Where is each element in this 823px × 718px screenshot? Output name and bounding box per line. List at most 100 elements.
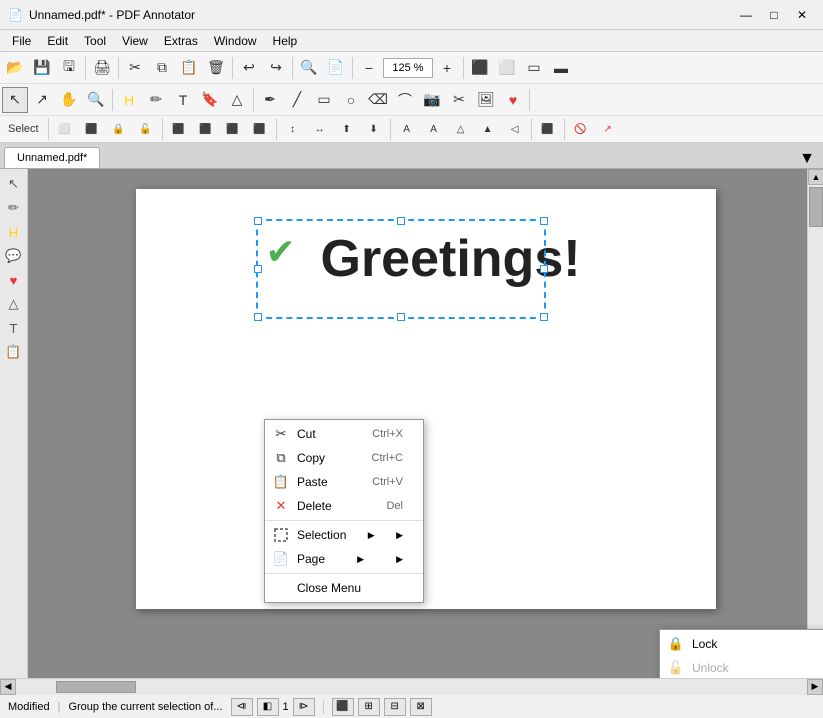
image-button[interactable]: 🖼 [473,87,499,113]
delete-button[interactable]: 🗑 [203,55,229,81]
menu-window[interactable]: Window [206,32,265,50]
tb2-b13[interactable]: △ [448,116,474,142]
tb2-b12[interactable]: A [421,116,447,142]
crop-button[interactable]: ✂ [446,87,472,113]
ctx-delete[interactable]: ✕ Delete Del [265,494,423,518]
handle-top-left[interactable] [254,217,262,225]
scroll-thumb[interactable] [809,187,823,227]
tab-dropdown-button[interactable]: ▼ [795,150,819,168]
handle-middle-left[interactable] [254,265,262,273]
page-prev-button[interactable]: ⧏ [231,698,253,716]
ctx-paste[interactable]: 📋 Paste Ctrl+V [265,470,423,494]
stamp-button[interactable]: 🔖 [197,87,223,113]
tb2-b8[interactable]: ↔ [307,116,333,142]
pages-button[interactable]: 📄 [323,55,349,81]
camera-button[interactable]: 📷 [419,87,445,113]
sidebar-icon-stamp[interactable]: 📋 [3,341,25,363]
sidebar-icon-shape[interactable]: △ [3,293,25,315]
menu-file[interactable]: File [4,32,39,50]
handle-top-right[interactable] [540,217,548,225]
line-button[interactable]: ╱ [284,87,310,113]
magnify-button[interactable]: 🔍 [83,87,109,113]
tb2-b15[interactable]: ◁ [502,116,528,142]
paste-button[interactable]: 📋 [176,55,202,81]
handle-bottom-left[interactable] [254,313,262,321]
scroll-up-button[interactable]: ▲ [808,169,823,185]
single-page-button[interactable]: ▭ [521,55,547,81]
tb2-b3[interactable]: ⬛ [166,116,192,142]
menu-edit[interactable]: Edit [39,32,76,50]
scroll-track[interactable] [808,185,823,646]
shapes-button[interactable]: △ [224,87,250,113]
tb2-b1[interactable]: ⬜ [52,116,78,142]
search-button[interactable]: 🔍 [296,55,322,81]
tb2-b18[interactable]: ↗ [595,116,621,142]
eraser-button[interactable]: ⌫ [365,87,391,113]
sidebar-icon-text[interactable]: T [3,317,25,339]
handle-middle-right[interactable] [540,265,548,273]
menu-help[interactable]: Help [265,32,306,50]
tb2-b7[interactable]: ↕ [280,116,306,142]
tb2-b9[interactable]: ⬆ [334,116,360,142]
view-btn1[interactable]: ⬛ [332,698,354,716]
hscroll-thumb[interactable] [56,681,136,693]
unlock-btn[interactable]: 🔓 [133,116,159,142]
pointer-button[interactable]: ↗ [29,87,55,113]
text-button[interactable]: T [170,87,196,113]
page-thumb-button[interactable]: ◧ [257,698,279,716]
select-tool-button[interactable]: ↖ [2,87,28,113]
pen-button[interactable]: ✏ [143,87,169,113]
tb2-b16[interactable]: ⬛ [535,116,561,142]
sub-unlock[interactable]: 🔓 Unlock [660,656,823,678]
selection-box[interactable] [256,219,546,319]
tb2-b5[interactable]: ⬛ [220,116,246,142]
ctx-copy[interactable]: ⧉ Copy Ctrl+C [265,446,423,470]
tb2-b17[interactable]: 🚫 [568,116,594,142]
cut-button[interactable]: ✂ [122,55,148,81]
save-button[interactable]: 💾 [29,55,55,81]
pdf-tab[interactable]: Unnamed.pdf* [4,147,100,168]
zoom-input[interactable] [383,58,433,78]
save-alt-button[interactable]: 🖫 [56,55,82,81]
tb2-b10[interactable]: ⬇ [361,116,387,142]
sidebar-icon-pen[interactable]: ✏ [3,197,25,219]
zoom-in-button[interactable]: + [434,55,460,81]
tb2-b6[interactable]: ⬛ [247,116,273,142]
close-button[interactable]: ✕ [789,5,815,25]
hand-tool-button[interactable]: ✋ [56,87,82,113]
menu-view[interactable]: View [114,32,156,50]
highlight-button[interactable]: H [116,87,142,113]
sub-lock[interactable]: 🔒 Lock [660,632,823,656]
tb2-b2[interactable]: ⬛ [79,116,105,142]
handle-top-center[interactable] [397,217,405,225]
page-next-button[interactable]: ⧐ [293,698,315,716]
handle-bottom-center[interactable] [397,313,405,321]
menu-extras[interactable]: Extras [156,32,206,50]
open-button[interactable]: 📂 [2,55,28,81]
ellipse-button[interactable]: ○ [338,87,364,113]
zoom-out-button[interactable]: − [356,55,382,81]
heart-button[interactable]: ♥ [500,87,526,113]
ctx-close-menu[interactable]: Close Menu [265,576,423,600]
lock-btn[interactable]: 🔒 [106,116,132,142]
sidebar-icon-heart[interactable]: ♥ [3,269,25,291]
view-btn2[interactable]: ⊞ [358,698,380,716]
vertical-scrollbar[interactable]: ▲ ▼ [807,169,823,662]
redo-button[interactable]: ↪ [263,55,289,81]
sidebar-icon-cursor[interactable]: ↖ [3,173,25,195]
sidebar-icon-comment[interactable]: 💬 [3,245,25,267]
fit-page-button[interactable]: ⬛ [467,55,493,81]
handle-bottom-right[interactable] [540,313,548,321]
pencil-button[interactable]: ✒ [257,87,283,113]
tb2-b14[interactable]: ▲ [475,116,501,142]
view-btn3[interactable]: ⊟ [384,698,406,716]
tb2-b11[interactable]: A [394,116,420,142]
print-button[interactable]: 🖨 [89,55,115,81]
maximize-button[interactable]: □ [761,5,787,25]
lasso-button[interactable]: ⌒ [392,87,418,113]
ctx-selection[interactable]: Selection ▶ [265,523,423,547]
minimize-button[interactable]: — [733,5,759,25]
sidebar-icon-highlight[interactable]: H [3,221,25,243]
ctx-cut[interactable]: ✂ Cut Ctrl+X [265,422,423,446]
ctx-page[interactable]: 📄 Page ▶ [265,547,423,571]
